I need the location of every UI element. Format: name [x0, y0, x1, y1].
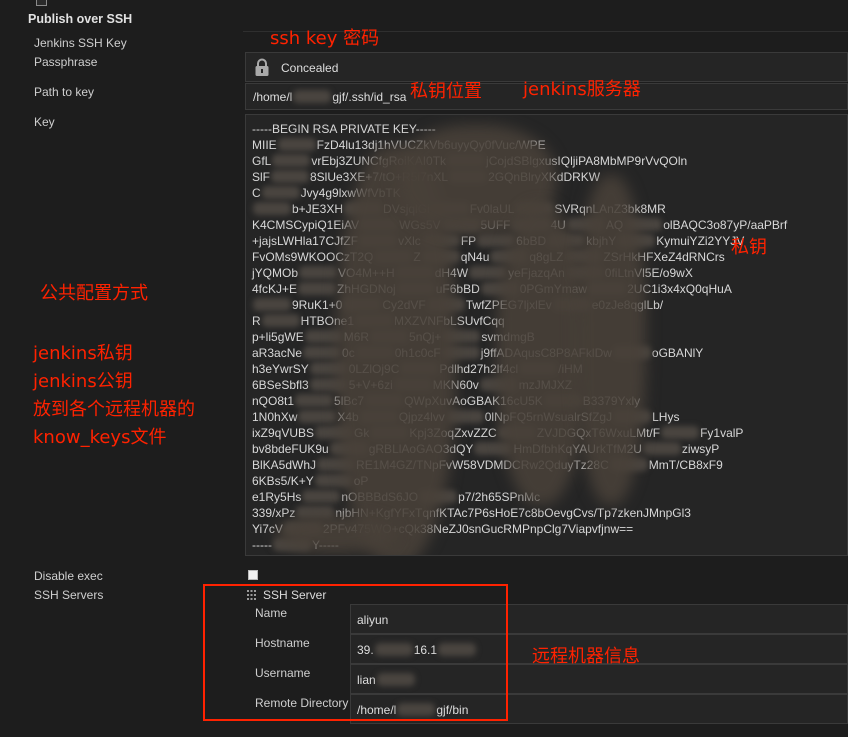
- annotation-private-key: 私钥: [731, 237, 767, 258]
- text-fragment: Fy1valP: [700, 426, 744, 440]
- text-fragment: ixZ9qVUBS: [252, 426, 315, 440]
- key-line: -----BEGIN RSA PRIVATE KEY-----: [252, 121, 847, 137]
- redaction-blur: [661, 426, 700, 439]
- text-fragment: -----: [252, 538, 272, 552]
- redaction-blur: [302, 490, 341, 503]
- redaction-blur: [253, 298, 291, 311]
- text-fragment: qN4u: [460, 250, 490, 264]
- text-fragment: K4CMSCypiQ1EiAV: [252, 218, 360, 232]
- text-fragment: C: [252, 186, 261, 200]
- redaction-smudge: [576, 175, 646, 505]
- text-fragment: MIIE: [252, 138, 277, 152]
- annotation-line: jenkins公钥: [33, 371, 133, 392]
- annotation-line: know_keys文件: [33, 427, 167, 448]
- text-fragment: 6BSeSbfl3: [252, 378, 309, 392]
- text-fragment: h3eYwrSY: [252, 362, 309, 376]
- disable-exec-checkbox[interactable]: [248, 570, 258, 580]
- text-fragment: nQO8t1: [252, 394, 295, 408]
- jenkins-ssh-key-label: Jenkins SSH Key: [34, 36, 127, 50]
- redaction-smudge: [496, 205, 586, 505]
- redaction-blur: [271, 170, 309, 183]
- redaction-blur: [642, 442, 681, 455]
- text-fragment: 9RuK1+0: [292, 298, 343, 312]
- text-fragment: gjf/.ssh/id_rsa: [332, 90, 407, 104]
- redaction-blur: [261, 314, 300, 327]
- text-fragment: MmT/CB8xF9: [648, 458, 723, 472]
- text-fragment: -----BEGIN RSA PRIVATE KEY-----: [252, 122, 436, 136]
- annotation-remote-machine-info: 远程机器信息: [532, 646, 640, 667]
- text-fragment: oGBANlY: [651, 346, 704, 360]
- passphrase-value: Concealed: [281, 61, 339, 75]
- disable-exec-label: Disable exec: [34, 569, 103, 583]
- path-to-key-value: /home/l gjf/.ssh/id_rsa: [253, 90, 406, 104]
- text-fragment: b+JE3XH: [292, 202, 344, 216]
- text-fragment: BlKA5dWhJ: [252, 458, 317, 472]
- text-fragment: 1N0hXw: [252, 410, 298, 424]
- annotation-line: jenkins私钥: [33, 343, 133, 364]
- key-label: Key: [34, 115, 55, 129]
- redaction-blur: [272, 154, 311, 167]
- lock-icon: [255, 58, 269, 76]
- annotation-line: 放到各个远程机器的: [33, 399, 195, 420]
- text-fragment: SlF: [252, 170, 270, 184]
- key-textarea[interactable]: -----BEGIN RSA PRIVATE KEY-----MIIEFzD4l…: [245, 114, 848, 556]
- redaction-smudge: [276, 515, 396, 553]
- passphrase-label: Passphrase: [34, 55, 98, 69]
- top-checkbox[interactable]: [36, 0, 47, 6]
- annotation-common-config: 公共配置方式: [40, 283, 148, 304]
- text-fragment: 339/xPz: [252, 506, 296, 520]
- text-fragment: olBAQC3o87yP/aaPBrf: [663, 218, 788, 232]
- text-fragment: LHys: [652, 410, 680, 424]
- key-line: MIIEFzD4lu13dj1hVUCZkVb6uyyQy0fVuc/WPE: [252, 137, 847, 153]
- text-fragment: jYQMOb: [252, 266, 299, 280]
- redaction-blur: [253, 202, 291, 215]
- redaction-blur: [298, 410, 337, 423]
- annotation-ssh-key-password: ssh key 密码: [270, 28, 380, 49]
- redaction-blur: [298, 282, 337, 295]
- annotation-key-location: 私钥位置: [410, 81, 482, 102]
- redaction-blur: [277, 138, 316, 151]
- annotation-distribute-keys: jenkins私钥 jenkins公钥 放到各个远程机器的 know_keys文…: [33, 340, 195, 452]
- redaction-blur: [295, 394, 334, 407]
- text-fragment: 6KBs5/K+Y: [252, 474, 314, 488]
- text-fragment: p+li5gWE: [252, 330, 304, 344]
- path-to-key-label: Path to key: [34, 85, 95, 99]
- text-fragment: 4fcKJ+E: [252, 282, 298, 296]
- annotation-jenkins-server: jenkins服务器: [523, 79, 641, 100]
- text-fragment: bv8bdeFUK9u: [252, 442, 329, 456]
- redaction-blur: [293, 90, 332, 103]
- text-fragment: /home/l: [253, 90, 293, 104]
- text-fragment: aR3acNe: [252, 346, 303, 360]
- text-fragment: GfL: [252, 154, 272, 168]
- redaction-blur: [299, 266, 338, 279]
- redaction-blur: [261, 186, 300, 199]
- text-fragment: FP: [460, 234, 477, 248]
- text-fragment: ziwsyP: [681, 442, 720, 456]
- ssh-servers-label: SSH Servers: [34, 588, 104, 602]
- text-fragment: R: [252, 314, 261, 328]
- annotation-highlight-box: [203, 584, 508, 721]
- section-title: Publish over SSH: [28, 12, 133, 26]
- text-fragment: e1Ry5Hs: [252, 490, 302, 504]
